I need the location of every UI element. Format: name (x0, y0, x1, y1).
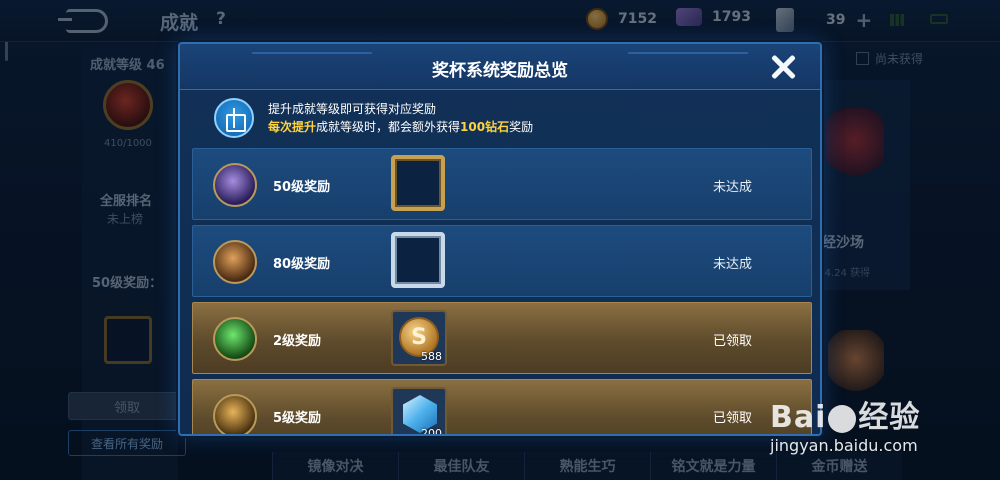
silver-avatar-frame-icon[interactable] (391, 232, 445, 288)
reward-row-80: 80级奖励 未达成 (192, 225, 812, 297)
hero-avatar-icon (213, 394, 257, 434)
reward-row-5: 5级奖励 200 已领取 (192, 379, 812, 436)
reward-status: 未达成 (713, 257, 753, 272)
gift-icon (214, 98, 254, 138)
gold-coin-reward[interactable]: S 588 (391, 310, 447, 366)
baidu-watermark-logo: Bai 经验 (770, 392, 920, 436)
info-text: 成就等级时，都会额外获得 (316, 120, 461, 134)
reward-row-2: 2级奖励 S 588 已领取 (192, 302, 812, 374)
watermark-text: Bai (770, 400, 827, 435)
reward-level-label: 50级奖励 (273, 180, 331, 195)
watermark-url: jingyan.baidu.com (770, 436, 918, 455)
hero-avatar-icon (213, 240, 257, 284)
info-highlight: 每次提升 (268, 120, 317, 134)
paw-icon (828, 404, 857, 433)
diamond-bonus-amount: 100钻石 (460, 120, 510, 134)
reward-quantity: 588 (421, 350, 442, 363)
dialog-title: 奖杯系统奖励总览 (432, 61, 568, 81)
reward-level-label: 2级奖励 (273, 334, 322, 349)
hero-avatar-icon (213, 163, 257, 207)
reward-status: 未达成 (713, 180, 753, 195)
info-text: 提升成就等级即可获得对应奖励 (268, 102, 437, 116)
reward-status: 已领取 (713, 411, 753, 426)
info-bonus-text: 每次提升成就等级时，都会额外获得100钻石奖励 (268, 118, 533, 135)
gold-avatar-frame-icon[interactable] (391, 155, 445, 211)
reward-level-label: 5级奖励 (273, 411, 322, 426)
watermark-text: 经验 (858, 400, 921, 435)
info-text: 奖励 (509, 120, 534, 134)
reward-info: 提升成就等级即可获得对应奖励 每次提升成就等级时，都会额外获得100钻石奖励 (214, 96, 774, 142)
hero-avatar-icon (213, 317, 257, 361)
reward-row-50: 50级奖励 未达成 (192, 148, 812, 220)
dialog-header: 奖杯系统奖励总览 (180, 44, 820, 90)
reward-overview-dialog: 奖杯系统奖励总览 提升成就等级即可获得对应奖励 每次提升成就等级时，都会额外获得… (178, 42, 822, 436)
reward-list[interactable]: 50级奖励 未达成 80级奖励 未达成 2级奖励 S 588 已领取 5级奖励 … (192, 148, 812, 436)
diamond-reward[interactable]: 200 (391, 387, 447, 436)
close-icon[interactable] (766, 50, 800, 84)
reward-level-label: 80级奖励 (273, 257, 331, 272)
reward-quantity: 200 (421, 427, 442, 436)
reward-status: 已领取 (713, 334, 753, 349)
